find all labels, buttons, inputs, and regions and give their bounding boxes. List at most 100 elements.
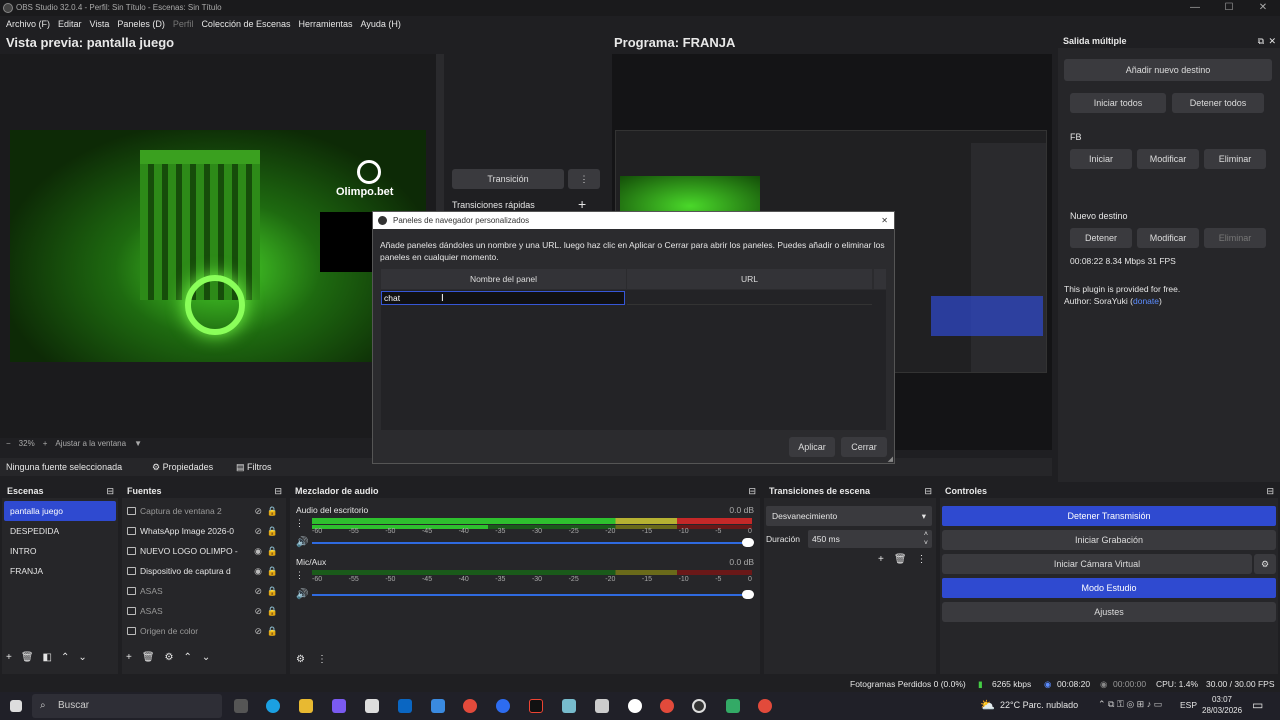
- duration-input[interactable]: 450 ms ˄ ˅: [808, 530, 932, 548]
- language[interactable]: ESP: [1180, 700, 1197, 710]
- dock-menu-icon[interactable]: ⊟: [924, 484, 932, 498]
- weather-text[interactable]: 22°C Parc. nublado: [1000, 700, 1078, 710]
- close-window-icon[interactable]: ✕: [1246, 0, 1280, 16]
- taskbar-search[interactable]: ⌕ Buscar: [32, 694, 222, 718]
- stop-all-button[interactable]: Detener todos: [1172, 93, 1264, 113]
- dock-menu-icon[interactable]: ⊟: [106, 484, 114, 498]
- scene-item[interactable]: FRANJA: [4, 561, 116, 581]
- lock-icon[interactable]: 🔒: [267, 541, 278, 561]
- dock-menu-icon[interactable]: ⊟: [1266, 484, 1274, 498]
- gear-icon[interactable]: ⚙: [1254, 554, 1276, 574]
- menu-archivo[interactable]: Archivo (F): [6, 16, 50, 32]
- source-item[interactable]: Origen de color ⊘ 🔒: [124, 621, 284, 641]
- close-dialog-icon[interactable]: ✕: [881, 212, 888, 229]
- delete-transition-icon[interactable]: 🗑: [894, 554, 907, 565]
- new-stop-button[interactable]: Detener: [1070, 228, 1132, 248]
- zoom-out-icon[interactable]: −: [6, 439, 11, 448]
- start-all-button[interactable]: Iniciar todos: [1070, 93, 1166, 113]
- hidden-eye-icon[interactable]: ⊘: [254, 581, 262, 601]
- volume-slider[interactable]: [312, 594, 752, 596]
- edge-icon[interactable]: [266, 699, 280, 713]
- menu-paneles[interactable]: Paneles (D): [117, 16, 165, 32]
- settings-button[interactable]: Ajustes: [942, 602, 1276, 622]
- lock-icon[interactable]: 🔒: [267, 561, 278, 581]
- mixer-menu-icon[interactable]: ⋮: [317, 654, 327, 665]
- delete-source-icon[interactable]: 🗑: [142, 652, 155, 663]
- filters-button[interactable]: ▤ Filtros: [236, 458, 272, 476]
- weather-icon[interactable]: ⛅: [980, 698, 995, 712]
- outlook-icon[interactable]: [398, 699, 412, 713]
- lock-icon[interactable]: 🔒: [267, 601, 278, 621]
- scene-item[interactable]: pantalla juego: [4, 501, 116, 521]
- fit-label[interactable]: Ajustar a la ventana: [55, 439, 126, 448]
- transition-button[interactable]: Transición: [452, 169, 564, 189]
- tiktok-icon[interactable]: [529, 699, 543, 713]
- clock[interactable]: 03:07 28/03/2026: [1202, 694, 1242, 716]
- menu-coleccion[interactable]: Colección de Escenas: [201, 16, 290, 32]
- col-header-name[interactable]: Nombre del panel: [381, 269, 626, 289]
- col-header-url[interactable]: URL: [627, 269, 872, 289]
- notification-icon[interactable]: ▭: [1252, 698, 1263, 712]
- scene-item[interactable]: INTRO: [4, 541, 116, 561]
- scene-item[interactable]: DESPEDIDA: [4, 521, 116, 541]
- chrome-icon[interactable]: [758, 699, 772, 713]
- maximize-icon[interactable]: ☐: [1212, 0, 1246, 16]
- source-item[interactable]: NUEVO LOGO OLIMPO - ◉ 🔒: [124, 541, 284, 561]
- grid-app-icon[interactable]: [431, 699, 445, 713]
- undock-icon[interactable]: ⧉: [1258, 34, 1264, 48]
- task-view-icon[interactable]: [234, 699, 248, 713]
- hidden-eye-icon[interactable]: ⊘: [254, 621, 262, 641]
- add-scene-icon[interactable]: +: [6, 652, 12, 663]
- hidden-eye-icon[interactable]: ⊘: [254, 601, 262, 621]
- source-properties-icon[interactable]: ⚙: [165, 652, 174, 663]
- obs-icon[interactable]: [692, 699, 706, 713]
- channel-menu-icon[interactable]: ⋮: [295, 570, 304, 581]
- fb-start-button[interactable]: Iniciar: [1070, 149, 1132, 169]
- source-item[interactable]: Captura de ventana 2 ⊘ 🔒: [124, 501, 284, 521]
- move-down-icon[interactable]: ⌄: [202, 652, 210, 663]
- new-modify-button[interactable]: Modificar: [1137, 228, 1199, 248]
- menu-editar[interactable]: Editar: [58, 16, 82, 32]
- menu-perfil[interactable]: Perfil: [173, 16, 194, 32]
- stop-streaming-button[interactable]: Detener Transmisión: [942, 506, 1276, 526]
- dock-menu-icon[interactable]: ⊟: [748, 484, 756, 498]
- source-item[interactable]: ASAS ⊘ 🔒: [124, 601, 284, 621]
- virtual-camera-button[interactable]: Iniciar Cámara Virtual: [942, 554, 1252, 574]
- eye-icon[interactable]: ◉: [254, 541, 262, 561]
- apply-button[interactable]: Aplicar: [789, 437, 835, 457]
- hidden-eye-icon[interactable]: ⊘: [254, 501, 262, 521]
- add-source-icon[interactable]: +: [126, 652, 132, 663]
- scene-filter-icon[interactable]: ◧: [43, 652, 52, 663]
- add-transition-icon[interactable]: +: [878, 554, 884, 565]
- resize-grip-icon[interactable]: ◢: [888, 455, 893, 463]
- fb-delete-button[interactable]: Eliminar: [1204, 149, 1266, 169]
- channel-menu-icon[interactable]: ⋮: [295, 518, 304, 529]
- transition-select[interactable]: Desvanecimiento ▾: [766, 506, 932, 526]
- eye-icon[interactable]: ◉: [254, 561, 262, 581]
- delete-scene-icon[interactable]: 🗑: [21, 652, 34, 663]
- properties-button[interactable]: ⚙ Propiedades: [152, 458, 213, 476]
- new-delete-button[interactable]: Eliminar: [1204, 228, 1266, 248]
- advanced-audio-icon[interactable]: ⚙: [296, 654, 305, 665]
- move-down-icon[interactable]: ⌄: [78, 652, 86, 663]
- windows-start-icon[interactable]: [10, 700, 22, 712]
- lock-icon[interactable]: 🔒: [267, 501, 278, 521]
- panel-name-input[interactable]: chat: [381, 291, 625, 305]
- tray-icons[interactable]: ⌃ ⧉ ⚿ ◎ ⊞ ♪ ▭: [1098, 699, 1162, 710]
- stepper-icon[interactable]: ˄ ˅: [924, 530, 928, 548]
- donate-link[interactable]: donate: [1133, 296, 1159, 306]
- hidden-eye-icon[interactable]: ⊘: [254, 521, 262, 541]
- copilot-icon[interactable]: [332, 699, 346, 713]
- zoom-icon[interactable]: [496, 699, 510, 713]
- close-dock-icon[interactable]: ✕: [1268, 34, 1276, 48]
- move-up-icon[interactable]: ⌃: [184, 652, 192, 663]
- studio-mode-button[interactable]: Modo Estudio: [942, 578, 1276, 598]
- close-button[interactable]: Cerrar: [841, 437, 887, 457]
- transition-menu-icon[interactable]: ⋮: [568, 169, 600, 189]
- lock-icon[interactable]: 🔒: [267, 521, 278, 541]
- source-item[interactable]: ASAS ⊘ 🔒: [124, 581, 284, 601]
- app-icon[interactable]: [628, 699, 642, 713]
- app-icon[interactable]: [726, 699, 740, 713]
- volume-handle[interactable]: [742, 538, 754, 547]
- source-item[interactable]: WhatsApp Image 2026-0 ⊘ 🔒: [124, 521, 284, 541]
